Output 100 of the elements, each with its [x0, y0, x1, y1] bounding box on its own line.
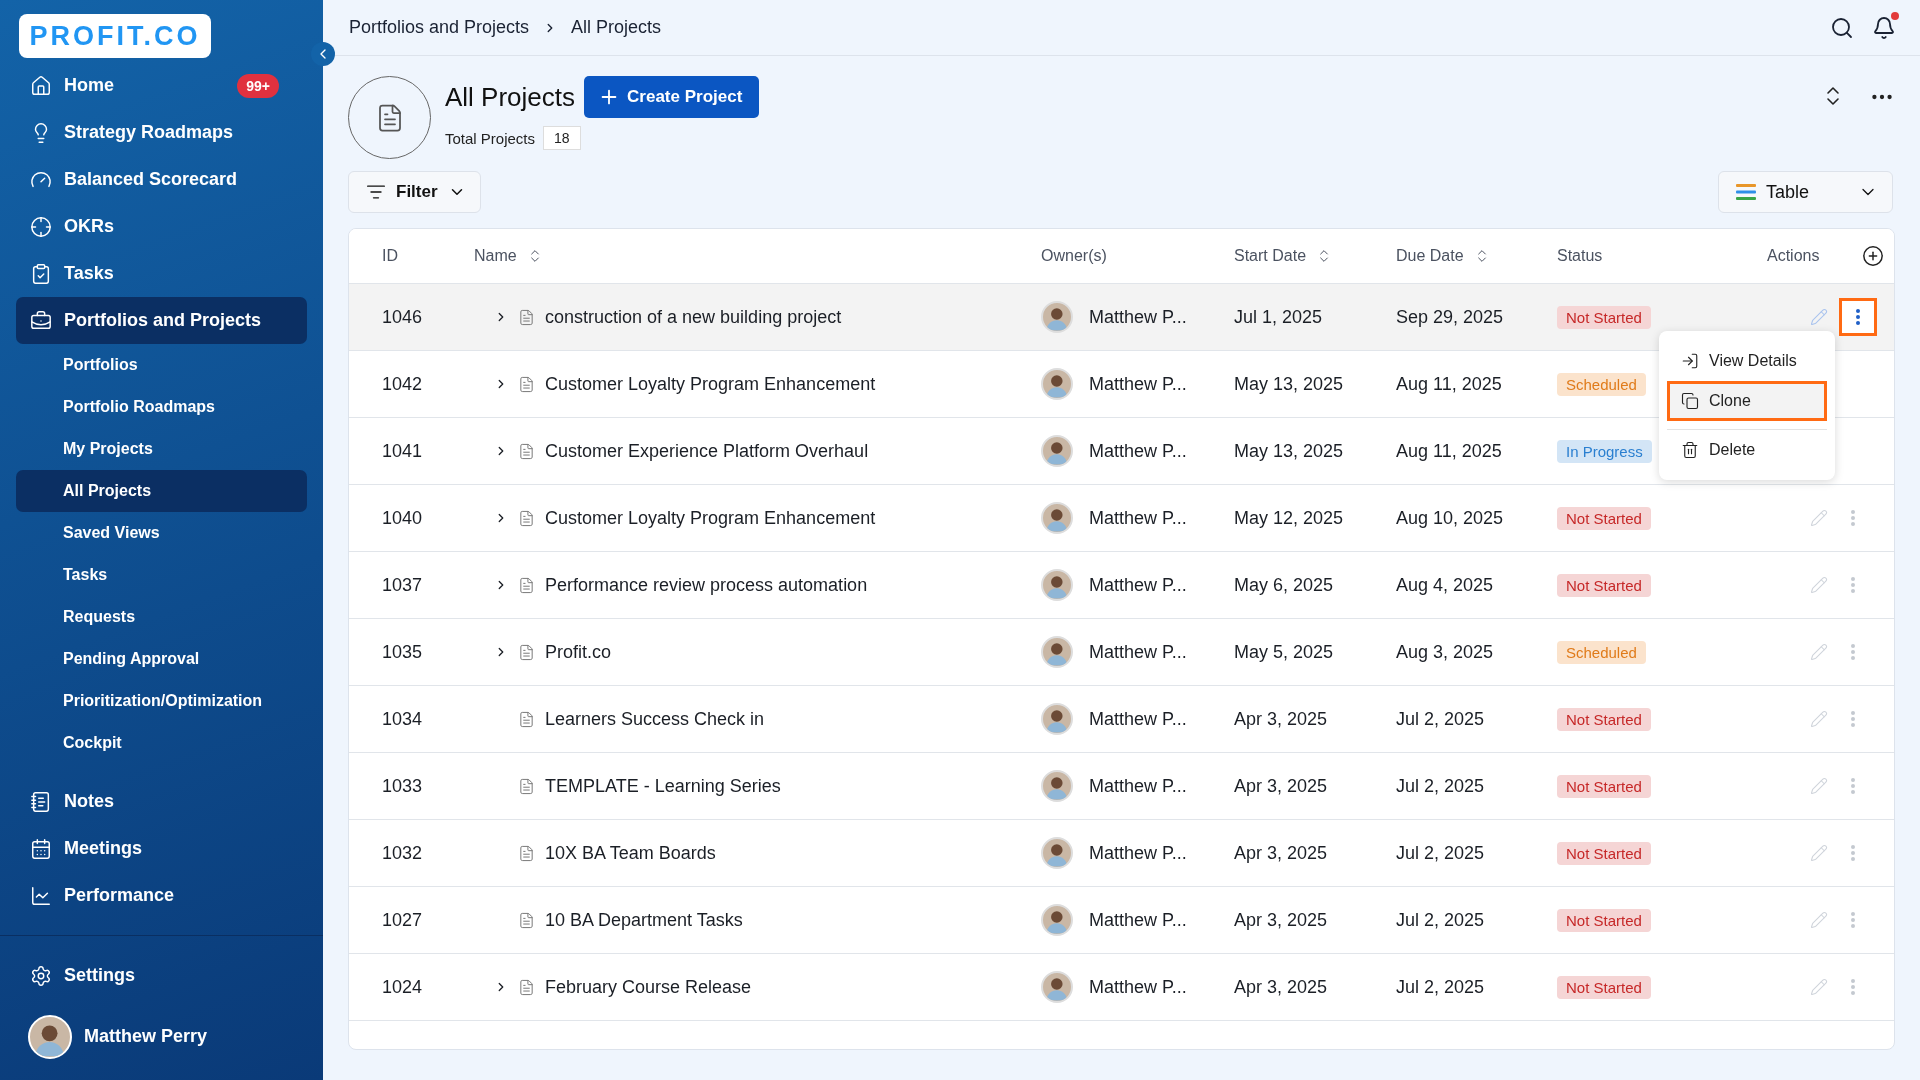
chart-icon: [30, 884, 52, 907]
more-actions-button[interactable]: [1839, 298, 1877, 336]
id-cell-text: 1034: [381, 708, 424, 730]
collapse-button[interactable]: [311, 42, 335, 66]
column-header[interactable]: Start Date: [1234, 247, 1396, 265]
sidebar-item[interactable]: Tasks: [16, 250, 307, 297]
due-date: Jul 2, 2025: [1396, 775, 1486, 797]
breadcrumb-item[interactable]: Portfolios and Projects: [349, 17, 530, 38]
status-badge: Not Started: [1557, 707, 1651, 731]
home-icon: [30, 74, 52, 97]
document-icon: [518, 308, 535, 326]
avatar: [1041, 502, 1073, 534]
document-icon: [518, 576, 535, 594]
sidebar-item[interactable]: Cockpit: [16, 722, 307, 764]
count-badge: 99+: [237, 73, 279, 98]
sidebar-item[interactable]: Meetings: [16, 825, 307, 872]
document-icon: [518, 643, 535, 661]
sidebar-item[interactable]: Notes: [16, 778, 307, 825]
add-column-icon[interactable]: [1862, 245, 1884, 267]
table-row[interactable]: 1046 construction of a new building project Matthew P... Jul 1, 2025 Sep 29, 2025 Not Started: [349, 284, 1894, 351]
menu-item[interactable]: Delete: [1667, 430, 1827, 470]
sidebar-item[interactable]: Settings: [16, 952, 307, 999]
project-name[interactable]: February Course Release: [545, 976, 752, 998]
project-name[interactable]: 10 BA Department Tasks: [545, 909, 743, 931]
kebab-icon: [1851, 912, 1855, 928]
total-count: 18: [543, 126, 581, 150]
sidebar-item[interactable]: Balanced Scorecard: [16, 156, 307, 203]
document-icon: [518, 375, 535, 393]
document-icon: [518, 978, 535, 996]
notes-icon: [30, 790, 52, 813]
status-badge: Scheduled: [1557, 640, 1646, 664]
avatar: [1041, 904, 1073, 936]
owner-name: Matthew P...: [1089, 775, 1187, 797]
sidebar-item[interactable]: Portfolios: [16, 344, 307, 386]
avatar: [1041, 971, 1073, 1003]
kebab-icon: [1851, 577, 1855, 593]
owner-name: Matthew P...: [1089, 708, 1187, 730]
sidebar-item[interactable]: Portfolios and Projects: [16, 297, 307, 344]
pencil-icon: [1810, 777, 1828, 795]
sidebar-item[interactable]: Prioritization/Optimization: [16, 680, 307, 722]
id-cell-text: 1041: [381, 440, 424, 462]
document-icon: [518, 777, 535, 795]
column-header: Owner(s): [1041, 247, 1108, 265]
document-icon: [518, 911, 535, 929]
calendar-icon: [30, 837, 52, 860]
filter-button[interactable]: Filter: [348, 171, 481, 213]
status-badge: Not Started: [1557, 774, 1651, 798]
sidebar-item[interactable]: Performance: [16, 872, 307, 919]
sidebar-item[interactable]: Pending Approval: [16, 638, 307, 680]
column-header: Actions: [1767, 245, 1894, 267]
sidebar-item[interactable]: Requests: [16, 596, 307, 638]
project-name[interactable]: Customer Loyalty Program Enhancement: [545, 507, 876, 529]
menu-item[interactable]: Clone: [1667, 381, 1827, 421]
user-profile[interactable]: Matthew Perry: [16, 1013, 307, 1060]
owner-name: Matthew P...: [1089, 373, 1187, 395]
sidebar-item[interactable]: OKRs: [16, 203, 307, 250]
sidebar-item[interactable]: Home 99+: [16, 62, 307, 109]
sidebar-item[interactable]: All Projects: [16, 470, 307, 512]
sidebar-item[interactable]: My Projects: [16, 428, 307, 470]
start-date: Apr 3, 2025: [1234, 708, 1329, 730]
total-label: Total Projects: [445, 129, 536, 147]
owner-name: Matthew P...: [1089, 909, 1187, 931]
briefcase-icon: [30, 309, 52, 332]
pencil-icon: [1810, 978, 1828, 996]
avatar: [1041, 636, 1073, 668]
due-date: Jul 2, 2025: [1396, 842, 1486, 864]
create-button[interactable]: Create Project: [584, 76, 760, 118]
due-date: Aug 10, 2025: [1396, 507, 1505, 529]
project-name[interactable]: Customer Experience Platform Overhaul: [545, 440, 869, 462]
avatar: [1041, 569, 1073, 601]
start-date: May 13, 2025: [1234, 373, 1345, 395]
pencil-icon: [1810, 509, 1828, 527]
view-select[interactable]: Table: [1718, 171, 1893, 213]
column-header[interactable]: Due Date: [1396, 247, 1557, 265]
due-date: Jul 2, 2025: [1396, 976, 1486, 998]
sidebar-item[interactable]: Portfolio Roadmaps: [16, 386, 307, 428]
start-date: May 13, 2025: [1234, 440, 1345, 462]
sidebar-item[interactable]: Tasks: [16, 554, 307, 596]
project-name[interactable]: Learners Success Check in: [545, 708, 765, 730]
project-name[interactable]: Profit.co: [545, 641, 612, 663]
sidebar-item[interactable]: Saved Views: [16, 512, 307, 554]
search-icon[interactable]: [1830, 15, 1854, 40]
column-header[interactable]: Name: [474, 247, 1041, 265]
project-name[interactable]: Performance review process automation: [545, 574, 868, 596]
logo: PROFIT.CO: [19, 14, 211, 58]
start-date: Jul 1, 2025: [1234, 306, 1324, 328]
enter-icon: [1681, 352, 1699, 370]
start-date: Apr 3, 2025: [1234, 976, 1329, 998]
id-cell-text: 1027: [381, 909, 424, 931]
kebab-icon: [1851, 778, 1855, 794]
breadcrumb-item[interactable]: All Projects: [571, 17, 662, 38]
project-name[interactable]: 10X BA Team Boards: [545, 842, 716, 864]
project-name[interactable]: Customer Loyalty Program Enhancement: [545, 373, 876, 395]
sidebar-item[interactable]: Strategy Roadmaps: [16, 109, 307, 156]
avatar: [1041, 837, 1073, 869]
project-name[interactable]: TEMPLATE - Learning Series: [545, 775, 781, 797]
notifications-icon[interactable]: [1872, 15, 1896, 40]
project-name[interactable]: construction of a new building project: [545, 306, 842, 328]
kebab-icon: [1851, 845, 1855, 861]
id-cell-text: 1035: [381, 641, 424, 663]
